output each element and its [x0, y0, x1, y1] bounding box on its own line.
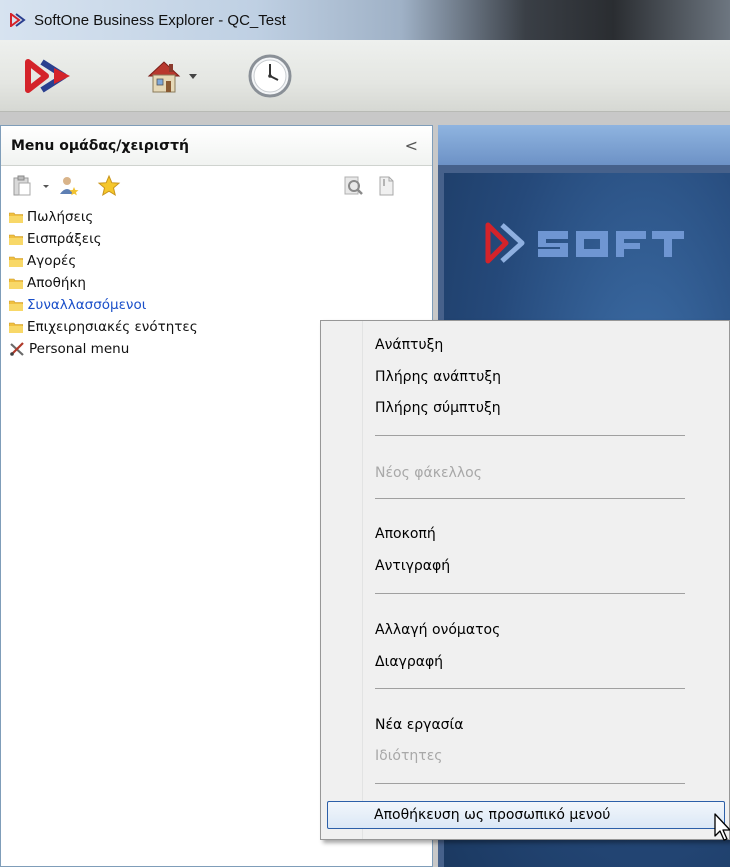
tree-item-label: Αγορές: [27, 253, 77, 269]
tree-item-receipts[interactable]: Εισπράξεις: [1, 228, 432, 250]
document-icon: [379, 176, 394, 196]
menu-item-new-task[interactable]: Νέα εργασία: [375, 713, 464, 737]
favorite-button[interactable]: [97, 174, 121, 198]
menu-item-new-folder: Νέος φάκελλος: [375, 465, 482, 481]
chevron-down-icon: [189, 74, 197, 79]
tree-item-label: Αποθήκη: [27, 275, 86, 291]
search-button[interactable]: [343, 174, 365, 198]
folder-icon: [9, 256, 23, 267]
softone-logo-icon: [25, 59, 70, 93]
menu-item-copy[interactable]: Αντιγραφή: [375, 554, 450, 578]
content-header: [438, 125, 730, 165]
tree-item-label: Πωλήσεις: [27, 209, 94, 225]
menu-item-expand-all[interactable]: Πλήρης ανάπτυξη: [375, 365, 501, 389]
menu-separator: [375, 688, 685, 689]
mouse-cursor-icon: [714, 813, 730, 841]
tree-item-customers[interactable]: Συναλλασσόμενοι: [1, 294, 432, 316]
user-star-icon: [60, 177, 79, 196]
tree-item-label: Συναλλασσόμενοι: [27, 297, 147, 313]
context-menu: Ανάπτυξη Πλήρης ανάπτυξη Πλήρης σύμπτυξη…: [320, 320, 730, 840]
folder-icon: [9, 212, 23, 223]
folder-icon: [9, 234, 23, 245]
tree-item-sales[interactable]: Πωλήσεις: [1, 206, 432, 228]
folder-icon: [9, 300, 23, 311]
home-icon: [147, 61, 181, 93]
softone-logo-icon: [10, 13, 26, 27]
folder-icon: [9, 322, 23, 333]
menu-separator: [375, 783, 685, 784]
menu-item-cut[interactable]: Αποκοπή: [375, 522, 436, 546]
clock-button[interactable]: [240, 50, 300, 102]
clock-icon: [248, 54, 292, 98]
menu-item-collapse-all[interactable]: Πλήρης σύμπτυξη: [375, 396, 501, 420]
panel-title: Menu ομάδας/χειριστή: [11, 137, 189, 154]
home-button[interactable]: [130, 50, 210, 102]
search-icon: [344, 176, 363, 195]
tree-item-label: Εισπράξεις: [27, 231, 102, 247]
star-icon: [97, 174, 121, 197]
window-title: SoftOne Business Explorer - QC_Test: [34, 11, 286, 29]
menu-item-expand[interactable]: Ανάπτυξη: [375, 333, 443, 357]
tools-icon: [10, 342, 24, 356]
tree-item-purchases[interactable]: Αγορές: [1, 250, 432, 272]
tree-item-label: Personal menu: [29, 341, 130, 357]
collapse-panel-button[interactable]: <: [405, 136, 418, 155]
menu-separator: [375, 593, 685, 594]
menu-gutter: [321, 321, 363, 839]
panel-toolbar: [1, 166, 432, 206]
tree-item-label: Επιχειρησιακές ενότητες: [27, 319, 198, 335]
menu-separator: [375, 498, 685, 499]
menu-item-properties: Ιδιότητες: [375, 748, 443, 764]
menu-item-delete[interactable]: Διαγραφή: [375, 650, 443, 674]
paste-button[interactable]: [11, 174, 33, 198]
chevron-down-icon: [43, 185, 49, 188]
user-favorite-button[interactable]: [57, 174, 81, 198]
menu-item-rename[interactable]: Αλλαγή ονόματος: [375, 618, 500, 642]
clipboard-icon: [13, 175, 31, 196]
softone-brand-logo: [485, 222, 684, 264]
menu-item-save-as-personal-menu[interactable]: Αποθήκευση ως προσωπικό μενού: [327, 801, 725, 829]
main-toolbar: [0, 40, 730, 112]
softone-logo-button[interactable]: [22, 50, 78, 102]
menu-separator: [375, 435, 685, 436]
document-button[interactable]: [375, 174, 397, 198]
window-titlebar: SoftOne Business Explorer - QC_Test: [0, 0, 730, 40]
paste-dropdown[interactable]: [41, 174, 51, 198]
panel-header: Menu ομάδας/χειριστή <: [1, 126, 432, 166]
folder-icon: [9, 278, 23, 289]
tree-item-warehouse[interactable]: Αποθήκη: [1, 272, 432, 294]
